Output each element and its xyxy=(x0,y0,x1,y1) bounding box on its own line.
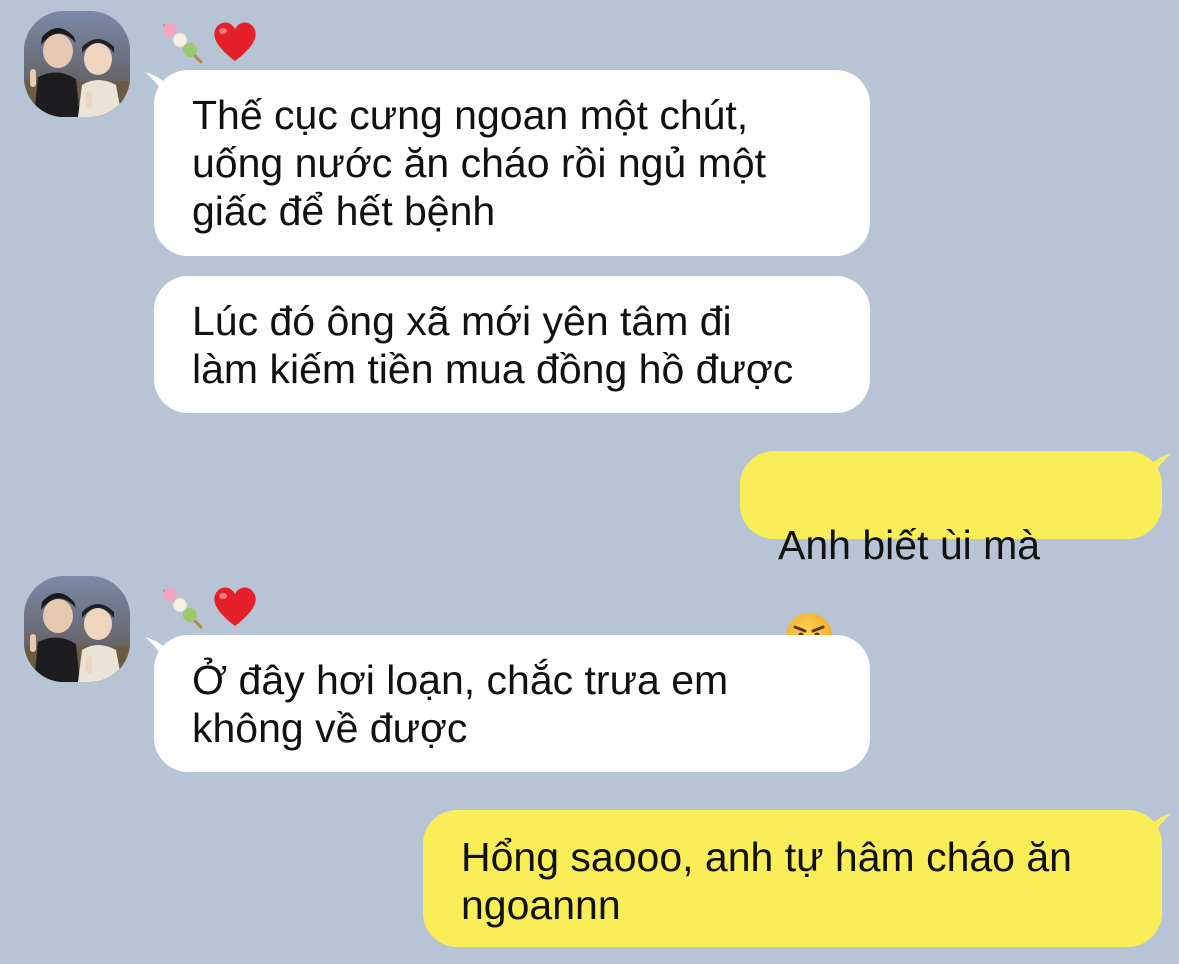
dango-icon xyxy=(156,580,208,637)
red-heart-icon xyxy=(210,582,260,635)
incoming-message[interactable]: Ở đây hơi loạn, chắc trưa em không về đư… xyxy=(154,635,870,772)
message-text: Anh biết ùi mà xyxy=(778,522,1041,568)
contact-avatar[interactable] xyxy=(24,11,130,117)
red-heart-icon xyxy=(210,17,260,70)
contact-name-icons xyxy=(156,16,260,70)
incoming-message[interactable]: Lúc đó ông xã mới yên tâm đi làm kiếm ti… xyxy=(154,276,870,413)
outgoing-message[interactable]: Hổng saooo, anh tự hâm cháo ăn ngoannn xyxy=(423,810,1162,947)
incoming-message[interactable]: Thế cục cưng ngoan một chút, uống nước ă… xyxy=(154,70,870,256)
contact-avatar[interactable] xyxy=(24,576,130,682)
dango-icon xyxy=(156,15,208,72)
contact-name-icons xyxy=(156,581,260,635)
outgoing-message[interactable]: Anh biết ùi mà xyxy=(740,451,1162,659)
